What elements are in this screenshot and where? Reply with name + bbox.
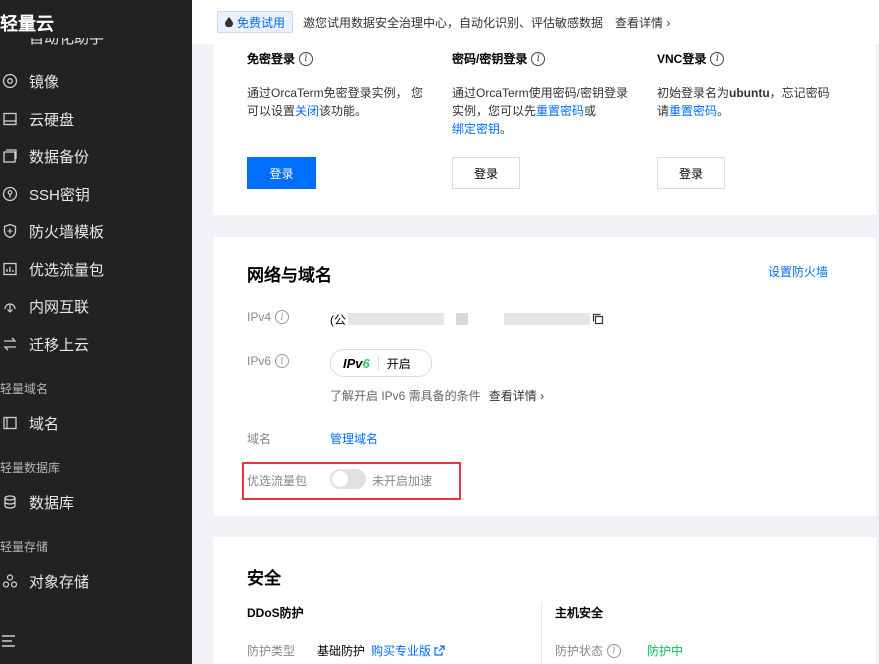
host-status-label: 防护状态 i — [555, 642, 622, 659]
buy-pro-link[interactable]: 购买专业版 — [371, 642, 445, 659]
network-section-title: 网络与域名 — [247, 266, 332, 285]
ipv6-label: IPv6 i — [247, 354, 290, 368]
login-card: 免密登录 i 通过OrcaTerm免密登录实例， 您 可以设置关闭该功能。 登录 … — [213, 44, 876, 215]
acceleration-status: 未开启加速 — [372, 474, 433, 488]
enable-ipv6-button[interactable]: IPv6 开启 — [330, 349, 432, 377]
sidebar-item-automation[interactable]: 自动化助手 — [0, 38, 192, 52]
redacted-ip — [504, 313, 590, 325]
sidebar-item-label: 优选流量包 — [29, 261, 105, 279]
divider — [541, 602, 542, 664]
passwordless-login-desc: 通过OrcaTerm免密登录实例， 您 可以设置关闭该功能。 — [247, 86, 424, 118]
key-icon — [0, 184, 20, 204]
backup-icon — [0, 146, 20, 166]
info-icon[interactable]: i — [275, 354, 290, 368]
ipv6-details-link[interactable]: 查看详情 › — [489, 389, 544, 403]
sidebar-item-traffic-package[interactable]: 优选流量包 — [0, 254, 192, 284]
divider — [377, 356, 379, 370]
ipv6-hint: 了解开启 IPv6 需具备的条件 查看详情 › — [330, 389, 545, 403]
host-status-value: 防护中 — [647, 644, 684, 658]
bind-key-link[interactable]: 绑定密钥 — [452, 122, 500, 136]
sidebar-item-label: 域名 — [29, 415, 60, 433]
network-card: 网络与域名 设置防火墙 IPv4 i (公 IPv6 i IPv6 开启 了解开启 … — [213, 237, 876, 516]
external-link-icon — [434, 645, 445, 656]
password-key-login-title: 密码/密钥登录 i — [452, 50, 546, 67]
free-trial-badge[interactable]: 免费试用 — [217, 11, 294, 33]
security-section-title: 安全 — [247, 569, 281, 588]
network-icon — [0, 296, 20, 316]
ddos-type-value: 基础防护 — [317, 644, 366, 658]
shield-icon — [0, 221, 20, 241]
reset-password-link[interactable]: 重置密码 — [536, 104, 584, 118]
sidebar-item-firewall-template[interactable]: 防火墙模板 — [0, 216, 192, 246]
passwordless-login-button[interactable]: 登录 — [247, 157, 316, 189]
sidebar-item-label: 云硬盘 — [29, 111, 75, 129]
vnc-reset-password-link[interactable]: 重置密码 — [669, 104, 717, 118]
sidebar-item-label: 迁移上云 — [29, 336, 90, 354]
disk-icon — [0, 109, 20, 129]
sidebar-item-label: 镜像 — [29, 73, 60, 91]
traffic-icon — [0, 259, 20, 279]
password-key-login-button[interactable]: 登录 — [452, 157, 520, 189]
ipv4-label: IPv4 i — [247, 310, 290, 324]
toggle-knob — [332, 471, 348, 487]
info-icon[interactable]: i — [607, 643, 622, 658]
sidebar-item-backup[interactable]: 数据备份 — [0, 141, 192, 171]
sidebar-item-image[interactable]: 镜像 — [0, 66, 192, 96]
sidebar: 轻量云 自动化助手 镜像 云硬盘 数据备份 SSH密钥 防火墙模板 优选流量包 … — [0, 0, 192, 664]
sidebar-item-label: 防火墙模板 — [29, 223, 105, 241]
sidebar-item-object-storage[interactable]: 对象存储 — [0, 566, 192, 596]
redacted-ip — [456, 313, 468, 325]
copy-icon[interactable] — [592, 313, 604, 325]
set-firewall-link[interactable]: 设置防火墙 — [768, 263, 828, 280]
sidebar-item-database[interactable]: 数据库 — [0, 487, 192, 517]
vnc-login-desc: 初始登录名为ubuntu，忘记密码 请重置密码。 — [657, 86, 830, 118]
sidebar-item-disk[interactable]: 云硬盘 — [0, 104, 192, 134]
banner-details-link[interactable]: 查看详情 › — [615, 14, 670, 31]
redacted-ip — [348, 313, 444, 325]
traffic-package-label: 优选流量包 — [247, 474, 308, 488]
section-label-domain: 轻量域名 — [0, 382, 49, 396]
object-storage-icon — [0, 571, 20, 591]
brand-title: 轻量云 — [0, 14, 54, 34]
sidebar-item-ssh-key[interactable]: SSH密钥 — [0, 179, 192, 209]
manage-domain-link[interactable]: 管理域名 — [330, 430, 378, 447]
banner-text: 邀您试用数据安全治理中心，自动化识别、评估敏感数据 — [303, 15, 604, 30]
ddos-type-label: 防护类型 — [247, 644, 296, 658]
sidebar-item-label: 数据备份 — [29, 148, 90, 166]
vnc-login-title: VNC登录 i — [657, 50, 725, 67]
migrate-icon — [0, 334, 20, 354]
sidebar-item-domain[interactable]: 域名 — [0, 408, 192, 438]
host-security-title: 主机安全 — [555, 606, 604, 620]
ipv6-logo: IPv6 — [343, 355, 370, 371]
info-icon[interactable]: i — [299, 51, 314, 66]
sidebar-item-label: 内网互联 — [29, 298, 90, 316]
sidebar-item-migrate[interactable]: 迁移上云 — [0, 329, 192, 359]
collapse-menu-icon[interactable] — [0, 632, 18, 650]
sidebar-item-label: SSH密钥 — [29, 186, 90, 204]
info-icon[interactable]: i — [531, 51, 546, 66]
disable-link[interactable]: 关闭 — [295, 104, 319, 118]
section-label-database: 轻量数据库 — [0, 461, 61, 475]
drop-icon — [225, 17, 233, 27]
vnc-login-button[interactable]: 登录 — [657, 157, 725, 189]
info-icon[interactable]: i — [275, 310, 290, 324]
sidebar-item-label: 数据库 — [29, 494, 75, 512]
sidebar-item-label: 对象存储 — [29, 573, 90, 591]
acceleration-toggle[interactable] — [330, 469, 366, 489]
promo-banner: 免费试用 邀您试用数据安全治理中心，自动化识别、评估敏感数据 查看详情 › — [192, 0, 879, 44]
database-icon — [0, 492, 20, 512]
domain-icon — [0, 413, 20, 433]
info-icon[interactable]: i — [710, 51, 725, 66]
security-card: 安全 DDoS防护 主机安全 防护类型 基础防护 购买专业版 防护状态 i 防护中 — [213, 537, 876, 664]
section-label-storage: 轻量存储 — [0, 540, 49, 554]
password-key-login-desc: 通过OrcaTerm使用密码/密钥登录 实例，您可以先重置密码或 绑定密钥。 — [452, 86, 629, 136]
domain-label: 域名 — [247, 432, 272, 446]
passwordless-login-title: 免密登录 i — [247, 50, 314, 67]
sidebar-item-intranet[interactable]: 内网互联 — [0, 291, 192, 321]
image-icon — [0, 71, 20, 91]
ddos-title: DDoS防护 — [247, 606, 304, 620]
ipv4-value: (公 — [330, 313, 604, 327]
